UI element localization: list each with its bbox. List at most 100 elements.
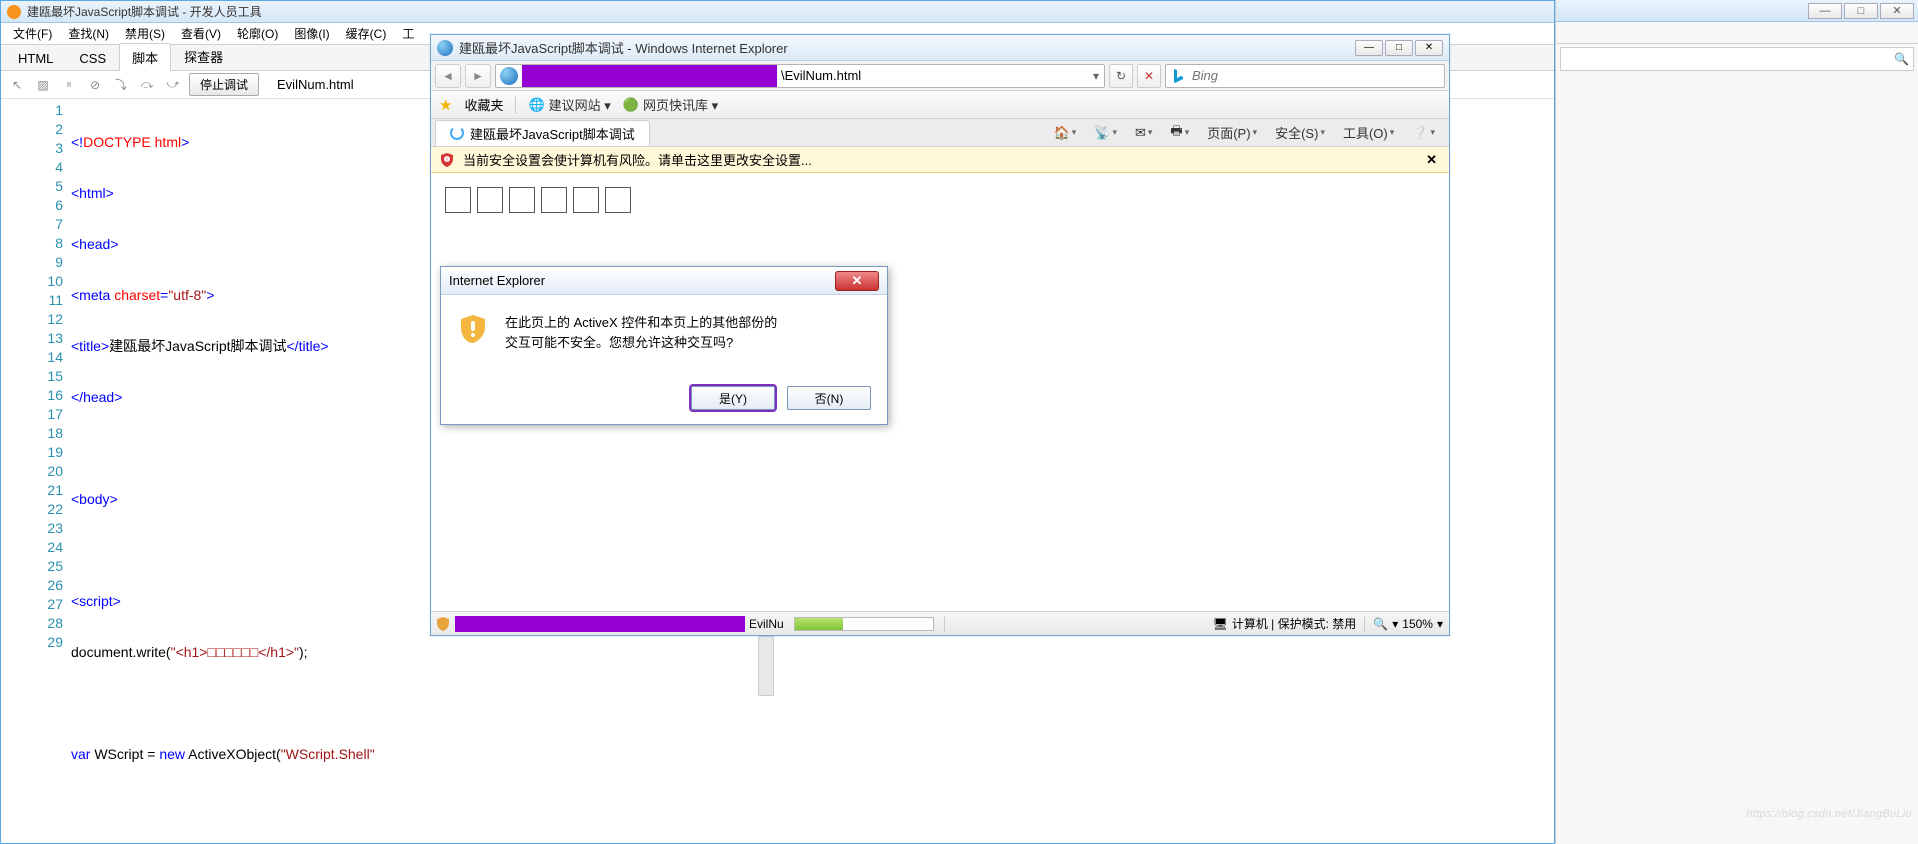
maximize-button[interactable]: □: [1844, 3, 1878, 19]
ie-command-bar: 🏠▾ 📡▾ ✉▾ 🖶▾ 页面(P)▾ 安全(S)▾ 工具(O)▾ ❔▾: [650, 120, 1449, 146]
address-field[interactable]: \EvilNum.html ▾: [495, 64, 1105, 88]
menu-disable[interactable]: 禁用(S): [117, 23, 173, 44]
favorites-star-icon[interactable]: ★: [439, 96, 452, 114]
menu-cache[interactable]: 缓存(C): [338, 23, 395, 44]
step-icon[interactable]: ⤵: [111, 75, 131, 95]
page-icon: [500, 67, 518, 85]
pause-icon[interactable]: ⏸: [59, 75, 79, 95]
menu-image[interactable]: 图像(I): [286, 23, 337, 44]
menu-view[interactable]: 查看(V): [173, 23, 229, 44]
print-button[interactable]: 🖶▾: [1164, 120, 1195, 146]
dialog-titlebar: Internet Explorer ✕: [441, 267, 887, 295]
line-gutter: 12345678910 11121314151617181920 2122232…: [1, 99, 71, 843]
warning-close-button[interactable]: ✕: [1422, 152, 1441, 168]
right-menu-stub: [1556, 22, 1918, 44]
step-over-icon[interactable]: ⤼: [137, 75, 157, 95]
zoom-dropdown-icon[interactable]: ▾: [1392, 617, 1398, 631]
dialog-message: 在此页上的 ActiveX 控件和本页上的其他部份的 交互可能不安全。您想允许这…: [505, 313, 777, 352]
webslice-icon: 🟢: [623, 97, 639, 113]
tools-menu-button[interactable]: 工具(O)▾: [1337, 121, 1400, 144]
menu-file[interactable]: 文件(F): [5, 23, 60, 44]
glyph-box: [445, 187, 471, 213]
break-icon[interactable]: ⊘: [85, 75, 105, 95]
page-menu-button[interactable]: 页面(P)▾: [1201, 121, 1263, 144]
right-window-controls: — □ ✕: [1556, 0, 1918, 22]
close-button[interactable]: ✕: [1880, 3, 1914, 19]
glyph-box: [509, 187, 535, 213]
status-redacted: [455, 616, 745, 632]
web-slice-button[interactable]: 🟢网页快讯库 ▾: [623, 95, 718, 114]
safety-menu-button[interactable]: 安全(S)▾: [1269, 121, 1331, 144]
suggested-sites-button[interactable]: 🌐建议网站 ▾: [528, 95, 610, 114]
tab-html[interactable]: HTML: [5, 46, 66, 70]
home-button[interactable]: 🏠▾: [1048, 123, 1083, 143]
back-button[interactable]: ◄: [435, 64, 461, 88]
ie-tab-bar: 建瓯最坏JavaScript脚本调试 🏠▾ 📡▾ ✉▾ 🖶▾ 页面(P)▾ 安全…: [431, 119, 1449, 147]
dialog-no-button[interactable]: 否(N): [787, 386, 871, 410]
address-url-tail: \EvilNum.html: [777, 68, 1088, 83]
ie-favorites-bar: ★ 收藏夹 🌐建议网站 ▾ 🟢网页快讯库 ▾: [431, 91, 1449, 119]
address-dropdown-icon[interactable]: ▾: [1088, 69, 1104, 83]
status-shield-icon: [435, 616, 451, 632]
zone-icon: 🖥: [1213, 617, 1228, 631]
tab-css[interactable]: CSS: [66, 46, 119, 70]
step-out-icon[interactable]: ⤻: [163, 75, 183, 95]
search-input[interactable]: [1192, 68, 1440, 83]
glyph-box: [541, 187, 567, 213]
placeholder-boxes: [445, 187, 1435, 213]
zoom-value: 150%: [1402, 617, 1433, 631]
shield-warning-icon: !: [439, 152, 455, 168]
status-url-tail: EvilNu: [745, 617, 788, 631]
progress-bar: [794, 617, 934, 631]
ie-minimize-button[interactable]: —: [1355, 40, 1383, 56]
dialog-title: Internet Explorer: [449, 273, 545, 288]
warning-shield-icon: [457, 313, 489, 345]
zone-label: 计算机 | 保护模式: 禁用: [1232, 615, 1356, 632]
activex-dialog: Internet Explorer ✕ 在此页上的 ActiveX 控件和本页上…: [440, 266, 888, 425]
devtools-app-icon: [7, 5, 21, 19]
favorites-label[interactable]: 收藏夹: [464, 95, 503, 114]
menu-find[interactable]: 查找(N): [60, 23, 117, 44]
menu-outline[interactable]: 轮廓(O): [229, 23, 286, 44]
ie-maximize-button[interactable]: □: [1385, 40, 1413, 56]
tab-script[interactable]: 脚本: [119, 43, 171, 71]
watermark: https://blog.csdn.net/JiangBuLiu: [1746, 808, 1912, 820]
tab-loading-icon: [450, 126, 464, 140]
menu-trunc[interactable]: 工: [394, 23, 422, 44]
feeds-button[interactable]: 📡▾: [1088, 123, 1123, 143]
minimize-button[interactable]: —: [1808, 3, 1842, 19]
ie-app-icon: [437, 40, 453, 56]
stop-button[interactable]: ✕: [1137, 64, 1161, 88]
scrollbar-artifact[interactable]: [758, 636, 774, 696]
right-search-stub[interactable]: 🔍: [1560, 47, 1914, 71]
clear-icon[interactable]: ▨: [33, 75, 53, 95]
current-script-filename[interactable]: EvilNum.html: [277, 77, 354, 92]
glyph-box: [605, 187, 631, 213]
search-field[interactable]: [1165, 64, 1445, 88]
tab-label: 建瓯最坏JavaScript脚本调试: [470, 124, 635, 143]
dialog-yes-button[interactable]: 是(Y): [691, 386, 775, 410]
forward-button[interactable]: ►: [465, 64, 491, 88]
right-pane: — □ ✕ 🔍 https://blog.csdn.net/JiangBuLiu: [1555, 0, 1918, 844]
help-button[interactable]: ❔▾: [1406, 123, 1441, 143]
bing-icon: [1170, 68, 1186, 84]
ie-close-button[interactable]: ✕: [1415, 40, 1443, 56]
globe-icon: 🌐: [528, 97, 544, 113]
tab-profiler[interactable]: 探查器: [171, 42, 236, 70]
devtools-title: 建瓯最坏JavaScript脚本调试 - 开发人员工具: [27, 3, 262, 20]
mail-button[interactable]: ✉▾: [1129, 123, 1158, 143]
select-element-icon[interactable]: ↖: [7, 75, 27, 95]
security-warning-bar[interactable]: ! 当前安全设置会使计算机有风险。请单击这里更改安全设置... ✕: [431, 147, 1449, 173]
refresh-button[interactable]: ↻: [1109, 64, 1133, 88]
separator: [515, 96, 516, 114]
zoom-dropdown2-icon[interactable]: ▾: [1437, 617, 1443, 631]
stop-debug-button[interactable]: 停止调试: [189, 73, 259, 96]
devtools-titlebar: 建瓯最坏JavaScript脚本调试 - 开发人员工具: [1, 1, 1554, 23]
ie-address-bar: ◄ ► \EvilNum.html ▾ ↻ ✕: [431, 61, 1449, 91]
ie-window-title: 建瓯最坏JavaScript脚本调试 - Windows Internet Ex…: [459, 38, 1355, 57]
redacted-path: [522, 65, 777, 87]
browser-tab[interactable]: 建瓯最坏JavaScript脚本调试: [435, 120, 650, 146]
dialog-close-button[interactable]: ✕: [835, 271, 879, 291]
zoom-out-icon[interactable]: 🔍: [1373, 617, 1388, 631]
glyph-box: [477, 187, 503, 213]
